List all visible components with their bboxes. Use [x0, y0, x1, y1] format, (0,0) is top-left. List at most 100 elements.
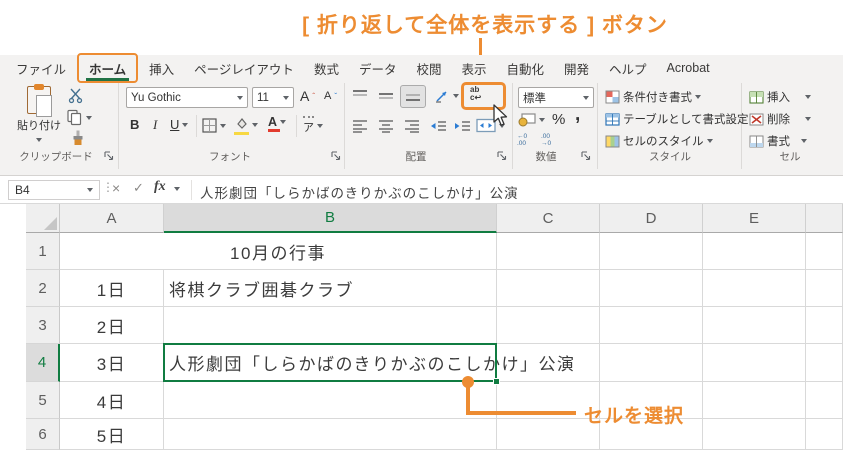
cell-E3[interactable]: [703, 307, 806, 344]
cancel-icon[interactable]: ×: [112, 180, 120, 196]
cell-D3[interactable]: [600, 307, 703, 344]
cell-F2[interactable]: [806, 270, 843, 307]
cell-E5[interactable]: [703, 382, 806, 419]
row-header-4[interactable]: 4: [26, 344, 60, 382]
column-header-F-partial[interactable]: [806, 204, 843, 233]
clipboard-dialog-launcher[interactable]: [104, 151, 114, 161]
cell-E2[interactable]: [703, 270, 806, 307]
name-box[interactable]: B4: [8, 180, 100, 200]
row-header-3[interactable]: 3: [26, 307, 60, 344]
fill-handle[interactable]: [493, 378, 500, 385]
font-dialog-launcher[interactable]: [331, 151, 341, 161]
cell-B4-selected[interactable]: 人形劇団「しらかばのきりかぶのこしかけ」公演: [163, 343, 574, 385]
cell-F6[interactable]: [806, 419, 843, 450]
tab-automate[interactable]: 自動化: [497, 54, 555, 83]
cell-A1-B1-merged[interactable]: 10月の行事: [60, 233, 497, 270]
copy-button[interactable]: [66, 109, 92, 126]
phonetic-guide-button[interactable]: ア: [303, 116, 323, 135]
cut-button[interactable]: [68, 87, 84, 104]
cell-E6[interactable]: [703, 419, 806, 450]
insert-function-icon[interactable]: fx: [154, 179, 166, 195]
cell-F1[interactable]: [806, 233, 843, 270]
decrease-indent-button[interactable]: [430, 119, 447, 133]
align-bottom-button[interactable]: [400, 85, 426, 108]
font-color-button[interactable]: A: [268, 115, 287, 132]
format-cells-button[interactable]: 書式: [749, 133, 807, 149]
tab-view[interactable]: 表示: [451, 54, 496, 83]
formula-input[interactable]: 人形劇団「しらかばのきりかぶのこしかけ」公演: [200, 182, 519, 202]
format-painter-button[interactable]: [70, 130, 86, 146]
align-top-button[interactable]: [352, 89, 368, 103]
decrease-decimal-button[interactable]: .00 →0: [541, 133, 551, 147]
cell-B3[interactable]: [164, 307, 497, 344]
orientation-button[interactable]: [434, 88, 459, 104]
italic-button[interactable]: I: [153, 117, 157, 133]
tab-formulas[interactable]: 数式: [304, 54, 349, 83]
format-as-table-button[interactable]: テーブルとして書式設定: [605, 111, 758, 127]
cell-C1[interactable]: [497, 233, 600, 270]
cell-B2[interactable]: 将棋クラブ囲碁クラブ: [164, 270, 497, 307]
cell-A2[interactable]: 1日: [60, 270, 164, 307]
cell-D1[interactable]: [600, 233, 703, 270]
column-header-B[interactable]: B: [164, 204, 497, 233]
font-name-combo[interactable]: Yu Gothic: [126, 87, 248, 108]
cell-D2[interactable]: [600, 270, 703, 307]
row-header-5[interactable]: 5: [26, 382, 60, 419]
cell-D4[interactable]: [600, 344, 703, 382]
column-header-E[interactable]: E: [703, 204, 806, 233]
row-header-1[interactable]: 1: [26, 233, 60, 270]
tab-developer[interactable]: 開発: [554, 54, 599, 83]
column-header-D[interactable]: D: [600, 204, 703, 233]
cell-F3[interactable]: [806, 307, 843, 344]
cell-F4[interactable]: [806, 344, 843, 382]
tab-insert[interactable]: 挿入: [139, 54, 184, 83]
tab-home[interactable]: ホーム: [77, 52, 139, 83]
underline-button[interactable]: U: [170, 117, 189, 132]
wrap-text-button[interactable]: ab c↩: [470, 86, 481, 102]
tab-review[interactable]: 校閲: [406, 54, 451, 83]
cell-C3[interactable]: [497, 307, 600, 344]
row-header-2[interactable]: 2: [26, 270, 60, 307]
conditional-formatting-button[interactable]: 条件付き書式: [605, 89, 701, 105]
insert-cells-button[interactable]: 挿入: [749, 89, 811, 105]
decrease-font-size-button[interactable]: Aˇ: [324, 90, 337, 102]
cell-B6[interactable]: [164, 419, 497, 450]
number-format-combo[interactable]: 標準: [518, 87, 594, 108]
column-header-C[interactable]: C: [497, 204, 600, 233]
delete-cells-button[interactable]: 削除: [749, 111, 811, 127]
select-all-corner[interactable]: [26, 204, 60, 233]
cell-E4[interactable]: [703, 344, 806, 382]
tab-acrobat[interactable]: Acrobat: [657, 56, 720, 80]
tab-help[interactable]: ヘルプ: [599, 54, 657, 83]
tab-data[interactable]: データ: [349, 54, 407, 83]
increase-font-size-button[interactable]: Aˆ: [300, 88, 315, 104]
tab-page-layout[interactable]: ページレイアウト: [184, 54, 304, 83]
align-center-button[interactable]: [378, 119, 394, 133]
increase-decimal-button[interactable]: ←0 .00: [517, 133, 527, 147]
cell-A4[interactable]: 3日: [60, 344, 164, 382]
cell-C2[interactable]: [497, 270, 600, 307]
enter-icon[interactable]: ✓: [133, 180, 144, 196]
fill-color-button[interactable]: [234, 117, 258, 135]
row-header-6[interactable]: 6: [26, 419, 60, 450]
font-size-combo[interactable]: 11: [252, 87, 294, 108]
align-right-button[interactable]: [404, 119, 420, 133]
number-dialog-launcher[interactable]: [581, 151, 591, 161]
paste-button[interactable]: 貼り付け: [16, 84, 62, 148]
alignment-dialog-launcher[interactable]: [497, 151, 507, 161]
cell-styles-button[interactable]: セルのスタイル: [605, 133, 713, 149]
align-left-button[interactable]: [352, 119, 368, 133]
column-header-A[interactable]: A: [60, 204, 164, 233]
percent-style-button[interactable]: %: [552, 111, 565, 128]
cell-A6[interactable]: 5日: [60, 419, 164, 450]
cell-A3[interactable]: 2日: [60, 307, 164, 344]
cell-B5[interactable]: [164, 382, 497, 419]
borders-button[interactable]: [202, 118, 226, 133]
bold-button[interactable]: B: [130, 117, 139, 132]
comma-style-button[interactable]: ,: [575, 105, 580, 124]
cell-E1[interactable]: [703, 233, 806, 270]
increase-indent-button[interactable]: [454, 119, 471, 133]
align-middle-button[interactable]: [378, 89, 394, 103]
cell-A5[interactable]: 4日: [60, 382, 164, 419]
cell-F5[interactable]: [806, 382, 843, 419]
